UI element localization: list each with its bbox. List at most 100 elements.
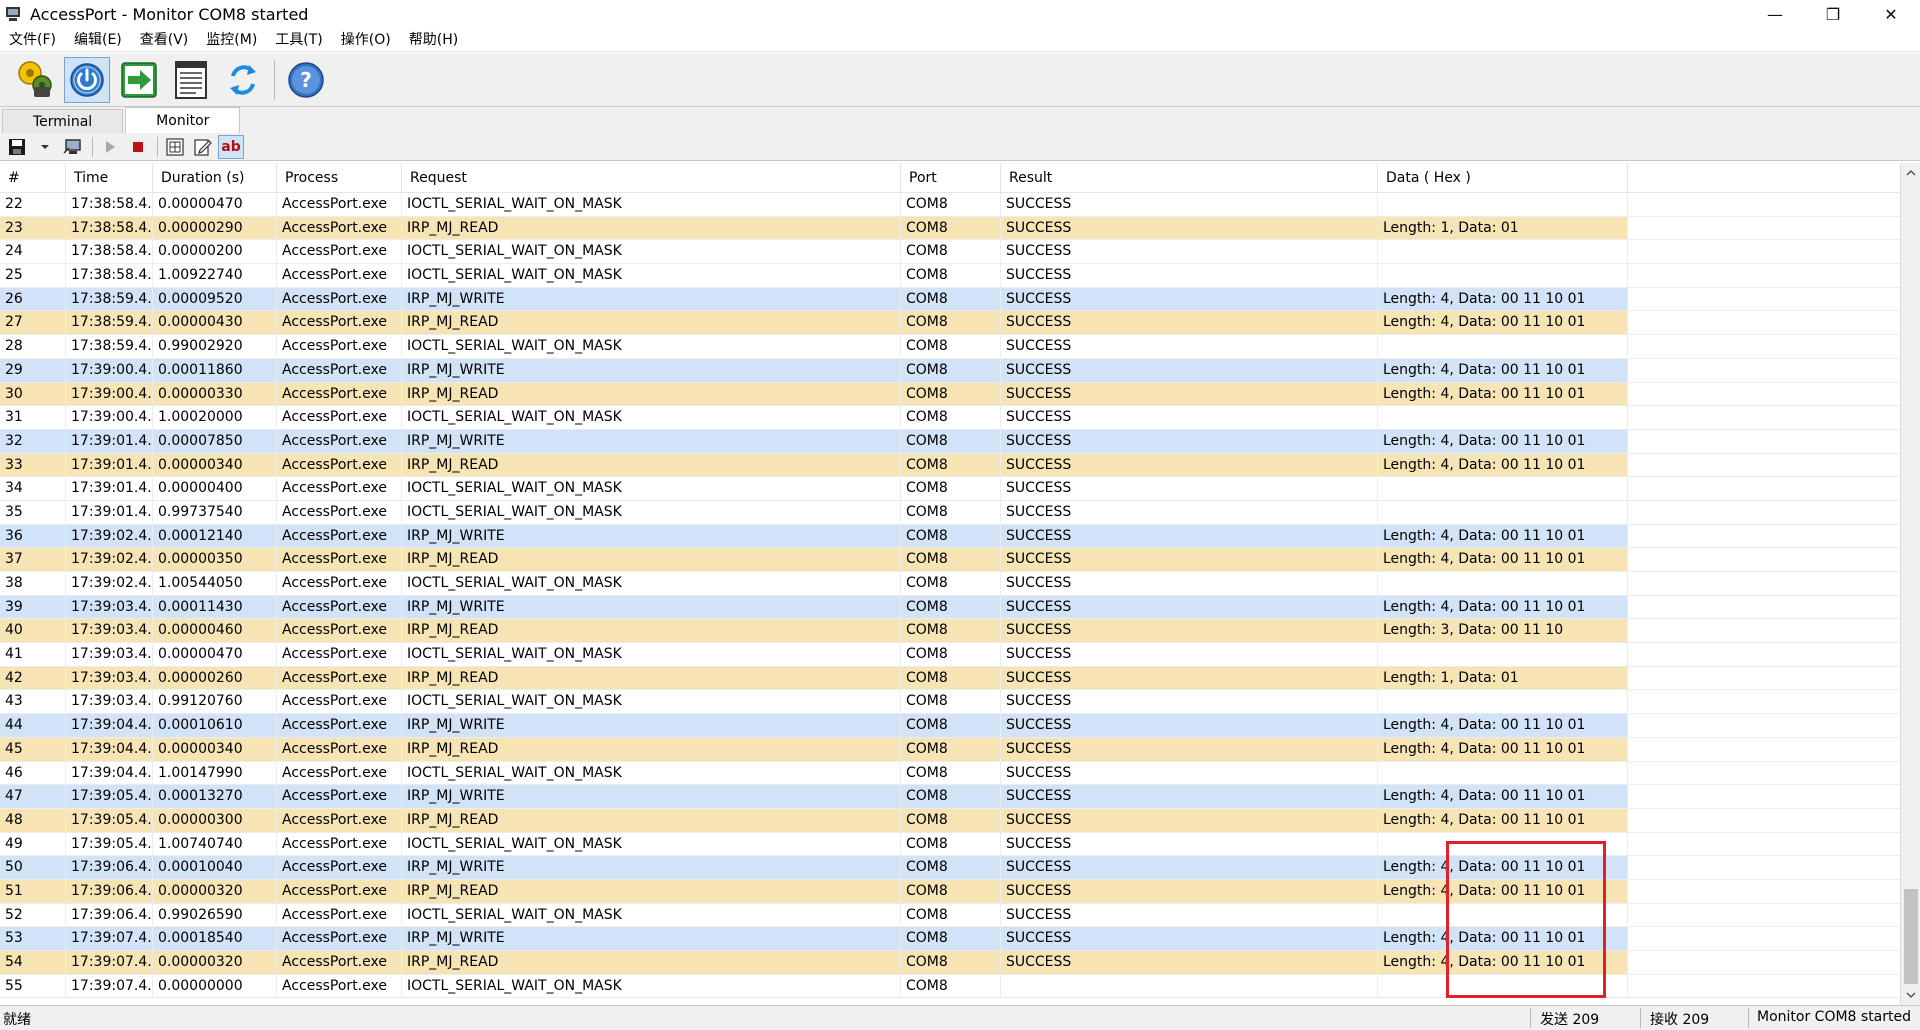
menu-edit[interactable]: 编辑(E) [65,28,131,52]
column-header-result[interactable]: Result [1001,163,1378,193]
menu-file[interactable]: 文件(F) [0,28,65,52]
text-view-button[interactable]: ab [218,134,244,159]
table-row[interactable]: 22 17:38:58.4... 0.00000470 AccessPort.exe I… [0,193,1900,217]
table-row[interactable]: 46 17:39:04.4... 1.00147990 AccessPort.exe I… [0,761,1900,786]
scroll-thumb[interactable] [1904,889,1918,984]
subtoolbar-separator [157,136,158,157]
table-row[interactable]: 26 17:38:59.4... 0.00009520 AccessPort.exe I… [0,287,1900,312]
column-header-process[interactable]: Process [277,163,402,193]
table-row[interactable]: 44 17:39:04.4... 0.00010610 AccessPort.exe I… [0,714,1900,738]
menu-monitor[interactable]: 监控(M) [197,28,266,52]
table-row[interactable]: 39 17:39:03.4... 0.00011430 AccessPort.exe I… [0,595,1900,620]
hex-view-button[interactable] [162,135,188,159]
menu-view[interactable]: 查看(V) [131,28,198,52]
scroll-up-button[interactable] [1901,163,1920,183]
table-row[interactable]: 54 17:39:07.4... 0.00000320 AccessPort.exe I… [0,951,1900,975]
column-header-request[interactable]: Request [402,163,901,193]
table-row[interactable]: 42 17:39:03.4... 0.00000260 AccessPort.exe I… [0,666,1900,691]
table-row[interactable]: 48 17:39:05.4... 0.00000300 AccessPort.exe I… [0,808,1900,833]
table-row[interactable]: 43 17:39:03.4... 0.99120760 AccessPort.exe I… [0,690,1900,715]
cell-duration: 0.00000350 [153,548,277,571]
scroll-down-button[interactable] [1901,985,1920,1005]
table-row[interactable]: 53 17:39:07.4... 0.00018540 AccessPort.exe I… [0,927,1900,951]
start-button[interactable] [97,135,123,159]
cell-number: 32 [0,429,66,453]
table-row[interactable]: 29 17:39:00.4... 0.00011860 AccessPort.exe I… [0,358,1900,383]
cell-request: IRP_MJ_WRITE [402,429,901,453]
cell-result: SUCCESS [1001,643,1378,666]
power-button[interactable] [64,56,110,103]
column-header-number[interactable]: # [0,163,66,193]
capture-button[interactable] [60,135,86,159]
cell-number: 34 [0,477,66,500]
tab-monitor[interactable]: Monitor [125,107,241,133]
column-header-duration[interactable]: Duration (s) [153,163,277,193]
table-row[interactable]: 41 17:39:03.4... 0.00000470 AccessPort.exe I… [0,643,1900,667]
table-row[interactable]: 33 17:39:01.4... 0.00000340 AccessPort.exe I… [0,453,1900,478]
table-row[interactable]: 52 17:39:06.4... 0.99026590 AccessPort.exe I… [0,903,1900,928]
save-dropdown-button[interactable] [32,135,58,159]
gear-icon [18,60,52,97]
table-row[interactable]: 35 17:39:01.4... 0.99737540 AccessPort.exe I… [0,500,1900,525]
tab-terminal[interactable]: Terminal [2,109,124,133]
table-row[interactable]: 30 17:39:00.4... 0.00000330 AccessPort.exe I… [0,382,1900,407]
export-button[interactable] [116,57,162,103]
cell-time: 17:39:05.4... [66,808,153,832]
table-row[interactable]: 38 17:39:02.4... 1.00544050 AccessPort.exe I… [0,572,1900,596]
table-row[interactable]: 23 17:38:58.4... 0.00000290 AccessPort.exe I… [0,216,1900,241]
table-row[interactable]: 32 17:39:01.4... 0.00007850 AccessPort.exe I… [0,429,1900,454]
cell-request: IRP_MJ_WRITE [402,785,901,808]
cell-process: AccessPort.exe [277,951,402,974]
edit-view-button[interactable] [190,135,216,159]
table-row[interactable]: 51 17:39:06.4... 0.00000320 AccessPort.exe I… [0,879,1900,904]
column-header-port[interactable]: Port [901,163,1001,193]
cell-duration: 0.00000460 [153,619,277,643]
table-row[interactable]: 27 17:38:59.4... 0.00000430 AccessPort.exe I… [0,311,1900,336]
cell-duration: 1.00544050 [153,572,277,595]
cell-port: COM8 [901,406,1001,429]
cell-port: COM8 [901,193,1001,216]
refresh-button[interactable] [220,57,266,103]
table-row[interactable]: 37 17:39:02.4... 0.00000350 AccessPort.exe I… [0,548,1900,572]
table-row[interactable]: 31 17:39:00.4... 1.00020000 AccessPort.exe I… [0,406,1900,430]
menu-operation[interactable]: 操作(O) [332,28,400,52]
column-header-time[interactable]: Time [66,163,153,193]
cell-number: 40 [0,619,66,643]
cell-result: SUCCESS [1001,927,1378,950]
help-button[interactable]: ? [283,57,329,103]
menu-help[interactable]: 帮助(H) [400,28,467,52]
table-row[interactable]: 49 17:39:05.4... 1.00740740 AccessPort.exe I… [0,832,1900,857]
cell-time: 17:39:07.4... [66,951,153,974]
save-button[interactable] [4,135,30,159]
settings-button[interactable] [12,57,58,103]
restore-button[interactable]: ❐ [1804,0,1862,28]
minimize-button[interactable]: — [1746,0,1804,28]
cell-data-hex [1378,335,1628,358]
document-button[interactable] [168,57,214,103]
table-row[interactable]: 45 17:39:04.4... 0.00000340 AccessPort.exe I… [0,737,1900,762]
table-row[interactable]: 25 17:38:58.4... 1.00922740 AccessPort.exe I… [0,264,1900,288]
column-header-data-hex[interactable]: Data ( Hex ) [1378,163,1628,193]
cell-request: IOCTL_SERIAL_WAIT_ON_MASK [402,903,901,927]
stop-button[interactable] [125,135,151,159]
close-button[interactable]: ✕ [1862,0,1920,28]
cell-result [1001,974,1378,998]
table-row[interactable]: 36 17:39:02.4... 0.00012140 AccessPort.exe I… [0,524,1900,549]
cell-request: IRP_MJ_READ [402,548,901,571]
table-row[interactable]: 40 17:39:03.4... 0.00000460 AccessPort.exe I… [0,619,1900,644]
table-row[interactable]: 24 17:38:58.4... 0.00000200 AccessPort.exe I… [0,240,1900,265]
cell-request: IRP_MJ_WRITE [402,358,901,382]
table-row[interactable]: 28 17:38:59.4... 0.99002920 AccessPort.exe I… [0,335,1900,359]
cell-duration: 1.00147990 [153,761,277,785]
cell-duration: 0.00000200 [153,240,277,264]
menu-tools[interactable]: 工具(T) [266,28,331,52]
table-row[interactable]: 47 17:39:05.4... 0.00013270 AccessPort.exe I… [0,785,1900,809]
cell-data-hex: Length: 4, Data: 00 11 10 01 [1378,382,1628,406]
vertical-scrollbar[interactable] [1900,163,1920,1005]
status-bar: 就绪 发送 209 接收 209 Monitor COM8 started [0,1005,1920,1030]
table-row[interactable]: 50 17:39:06.4... 0.00010040 AccessPort.exe I… [0,856,1900,880]
table-row[interactable]: 34 17:39:01.4... 0.00000400 AccessPort.exe I… [0,477,1900,501]
toolbar-separator [274,59,275,100]
table-row[interactable]: 55 17:39:07.4... 0.00000000 AccessPort.exe I… [0,974,1900,999]
cell-port: COM8 [901,879,1001,903]
